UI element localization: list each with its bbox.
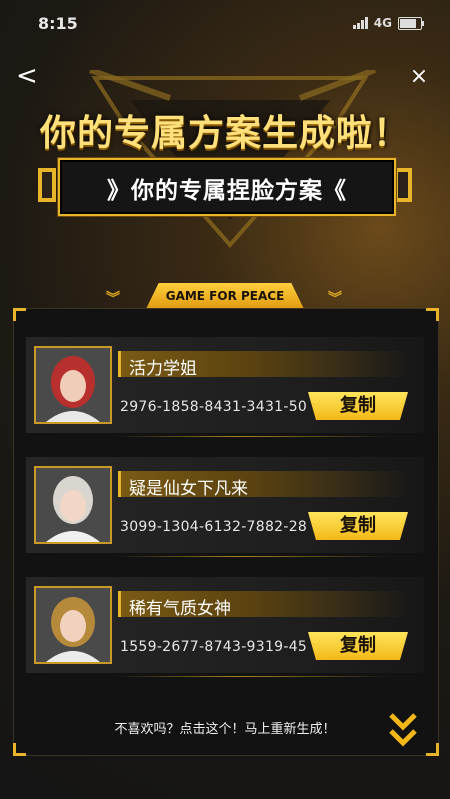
plan-title-bar: 稀有气质女神: [118, 591, 411, 619]
chevron-left-icon: <: [16, 61, 38, 91]
subtitle-wing-left: [38, 168, 56, 202]
back-button[interactable]: <: [16, 62, 44, 90]
copy-button[interactable]: 复制: [308, 392, 408, 420]
plan-card: 稀有气质女神 1559-2677-8743-9319-45 复制: [26, 577, 424, 677]
subtitle-wing-right: [394, 168, 412, 202]
chevron-down-icon: ︾: [328, 291, 342, 307]
status-bar: 8:15 4G: [0, 0, 450, 36]
copy-button[interactable]: 复制: [308, 512, 408, 540]
plans-panel: 活力学姐 2976-1858-8431-3431-50 复制 疑是仙女下凡来 3…: [13, 308, 439, 756]
plan-title-bar: 疑是仙女下凡来: [118, 471, 411, 499]
panel-corner: [13, 308, 26, 321]
divider: [116, 676, 424, 677]
status-time: 8:15: [38, 14, 78, 33]
copy-button[interactable]: 复制: [308, 632, 408, 660]
double-chevron-down-icon[interactable]: [388, 711, 418, 749]
game-badge: GAME FOR PEACE: [146, 283, 304, 309]
plan-name: 活力学姐: [129, 359, 197, 379]
plan-code: 2976-1858-8431-3431-50: [120, 399, 308, 415]
plan-card: 活力学姐 2976-1858-8431-3431-50 复制: [26, 337, 424, 437]
panel-corner: [13, 743, 26, 756]
plan-code: 3099-1304-6132-7882-28: [120, 519, 308, 535]
panel-corner: [426, 743, 439, 756]
close-button[interactable]: ×: [406, 64, 432, 90]
plan-title-bar: 活力学姐: [118, 351, 411, 379]
plan-card: 疑是仙女下凡来 3099-1304-6132-7882-28 复制: [26, 457, 424, 557]
headline: 你的专属方案生成啦！: [39, 113, 410, 154]
regenerate-link[interactable]: 不喜欢吗？点击这个！马上重新生成！: [0, 718, 450, 737]
network-type: 4G: [373, 16, 392, 30]
plan-code: 1559-2677-8743-9319-45: [120, 639, 308, 655]
signal-icon: [352, 17, 368, 29]
subtitle-box: 》你的专属捏脸方案《: [58, 158, 396, 216]
divider: [116, 436, 424, 437]
avatar: [34, 466, 112, 544]
subtitle: 》你的专属捏脸方案《: [107, 178, 347, 204]
battery-icon: [398, 16, 424, 30]
close-icon: ×: [409, 64, 429, 89]
panel-corner: [426, 308, 439, 321]
chevron-down-icon: ︾: [106, 291, 120, 307]
divider: [116, 556, 424, 557]
status-indicators: 4G: [352, 16, 424, 30]
avatar: [34, 586, 112, 664]
plan-name: 疑是仙女下凡来: [129, 479, 248, 499]
plan-name: 稀有气质女神: [129, 599, 231, 619]
avatar: [34, 346, 112, 424]
